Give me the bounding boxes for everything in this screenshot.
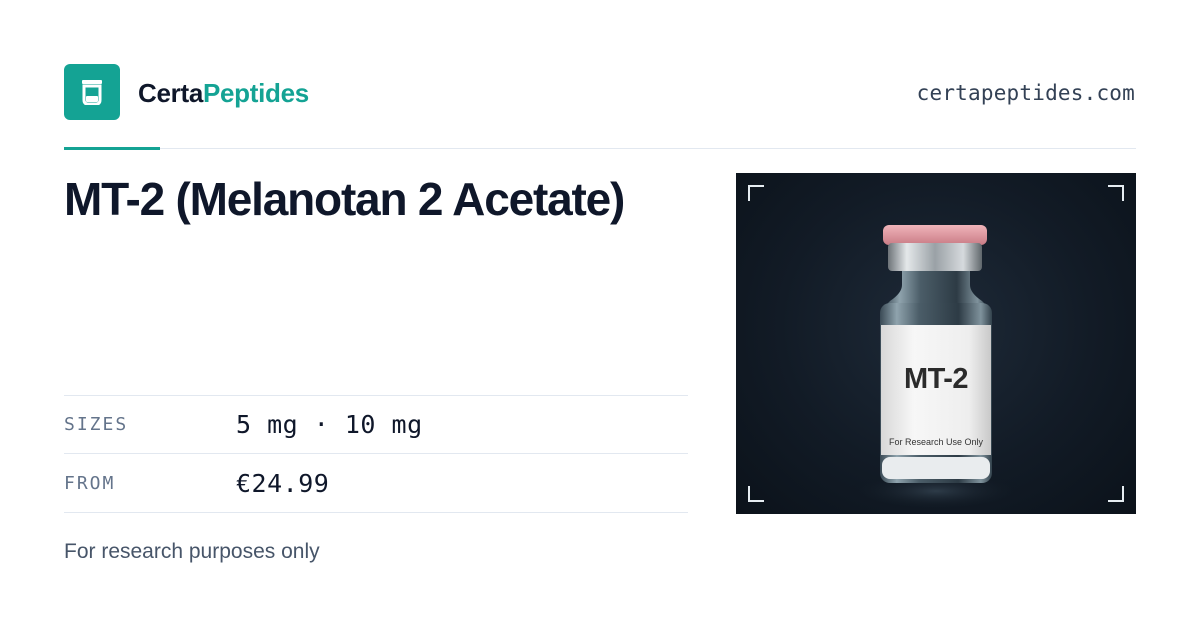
- research-disclaimer: For research purposes only: [64, 540, 320, 563]
- header-divider: [64, 148, 1136, 149]
- brand-logo[interactable]: [64, 64, 120, 120]
- vial-label-subtext: For Research Use Only: [888, 437, 984, 447]
- brand-name-part2: Peptides: [202, 78, 309, 108]
- spec-table: SIZES 5 mg · 10 mg FROM €24.99: [64, 395, 688, 513]
- spec-row-from: FROM €24.99: [64, 453, 688, 513]
- cup-icon: [82, 80, 102, 105]
- vial-label-name: MT-2: [903, 363, 969, 395]
- spec-label: FROM: [64, 472, 116, 494]
- spec-row-sizes: SIZES 5 mg · 10 mg: [64, 395, 688, 453]
- header-divider-accent: [64, 147, 160, 150]
- brand-name-part1: Certa: [138, 78, 203, 108]
- product-vial-image: MT-2 For Research Use Only: [736, 173, 1136, 514]
- spec-value: €24.99: [236, 468, 330, 498]
- spec-value: 5 mg · 10 mg: [236, 410, 423, 439]
- site-url[interactable]: certapeptides.com: [917, 79, 1135, 107]
- brand-name[interactable]: CertaPeptides: [138, 77, 309, 109]
- product-title: MT-2 (Melanotan 2 Acetate): [64, 173, 625, 225]
- spec-label: SIZES: [64, 414, 129, 435]
